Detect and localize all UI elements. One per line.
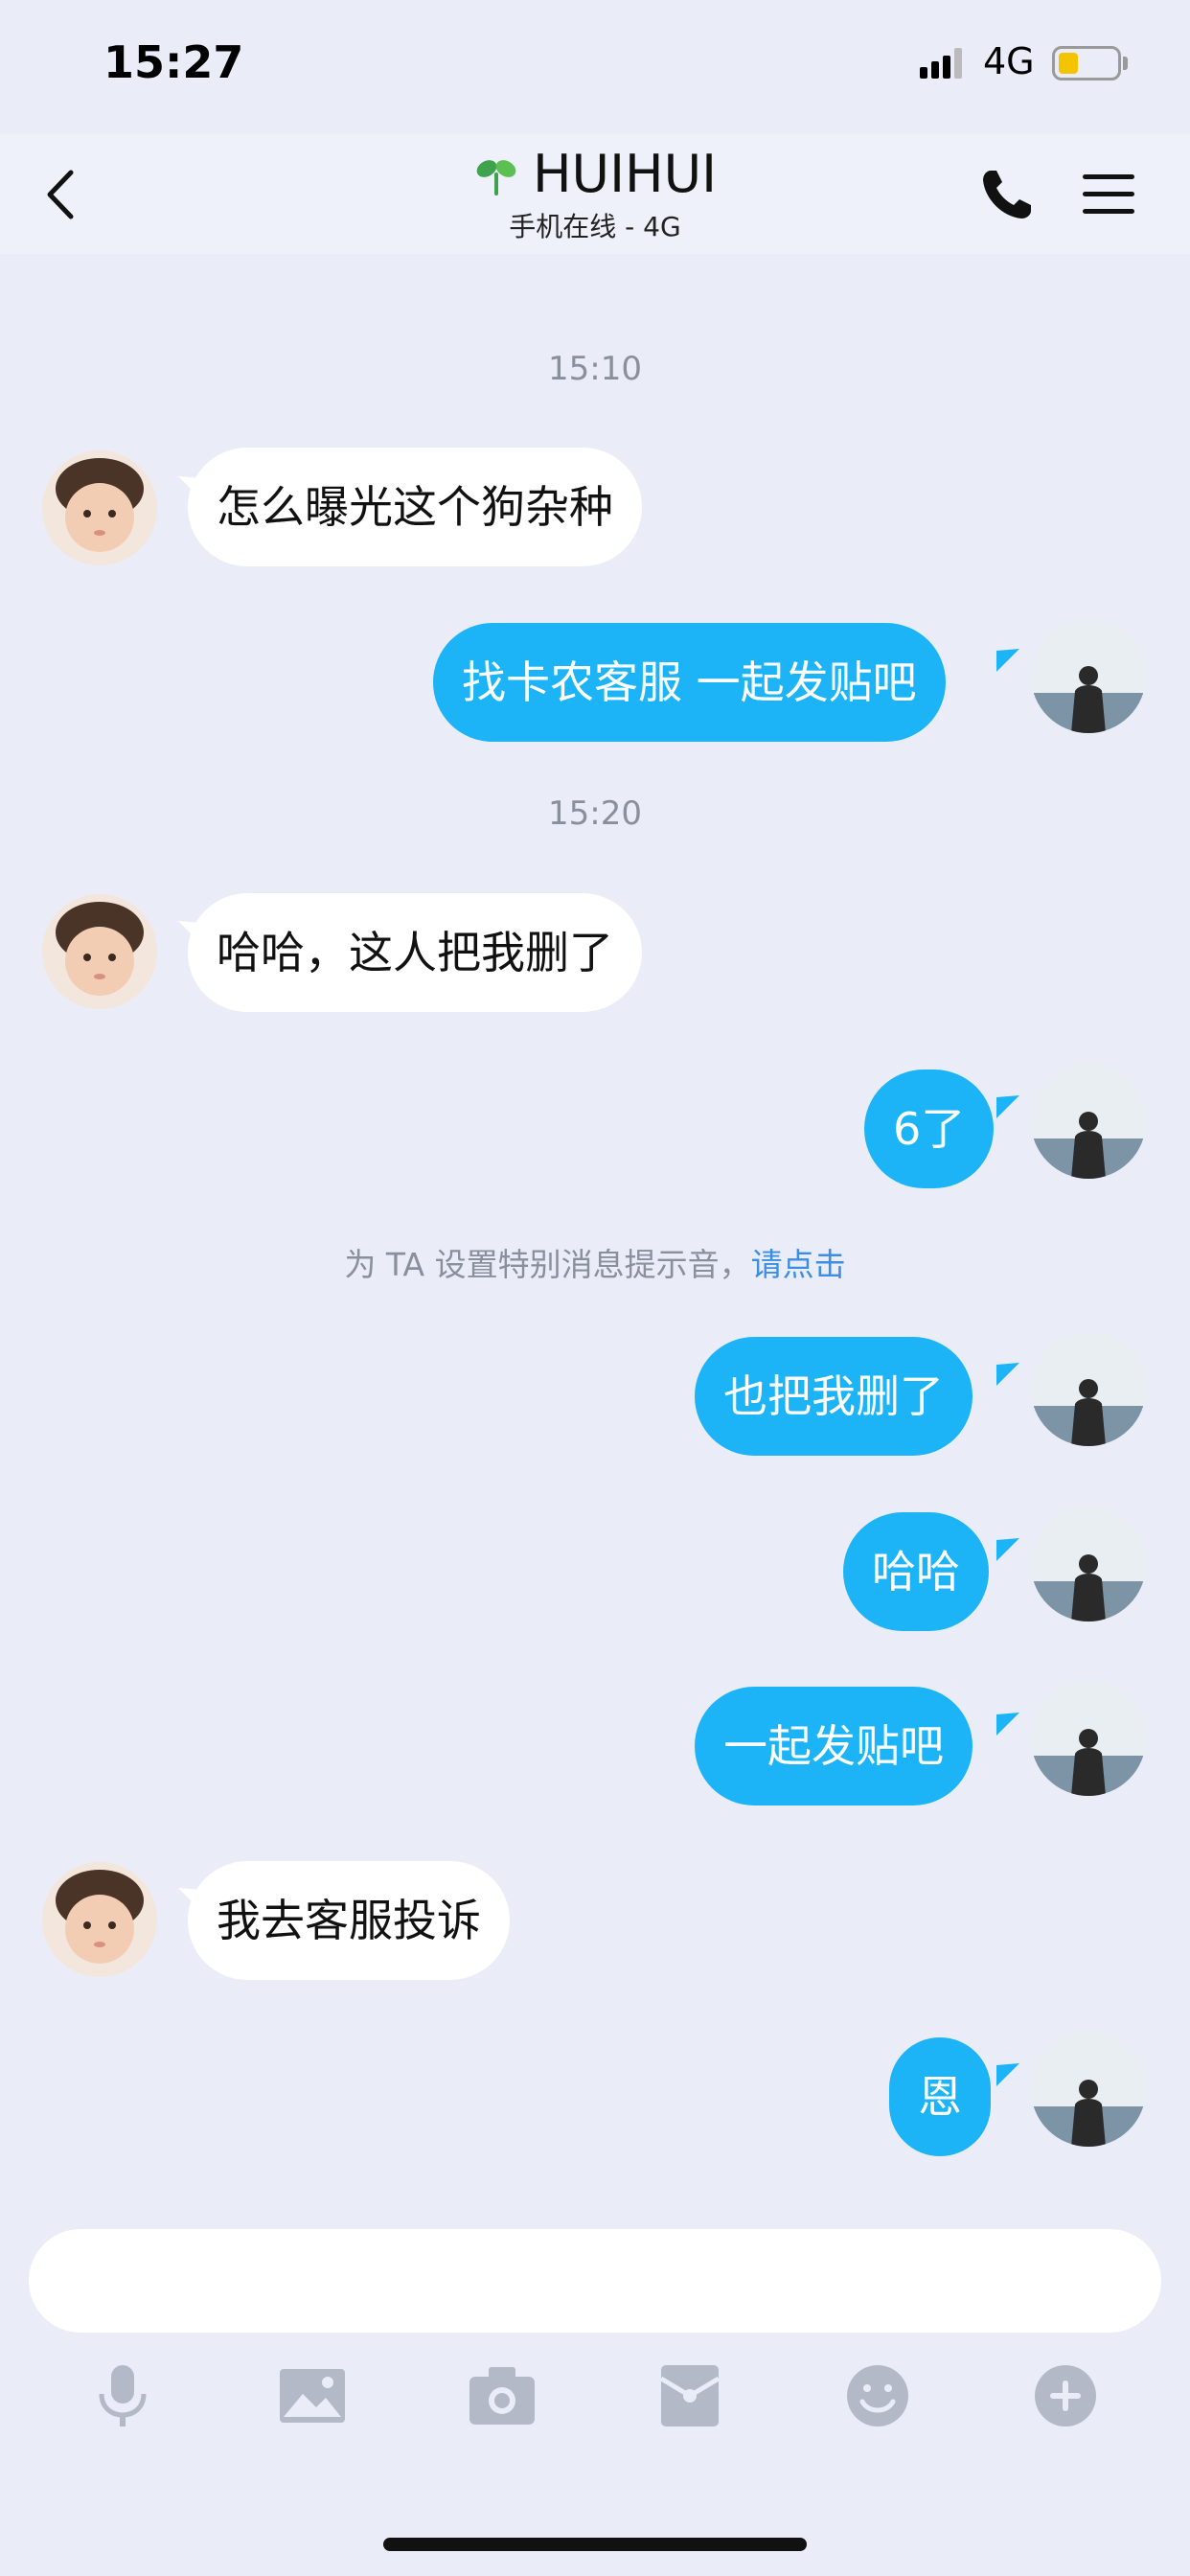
my-avatar[interactable] <box>1031 1681 1146 1796</box>
notice-text: 为 TA 设置特别消息提示音， <box>344 1246 751 1283</box>
message-bubble-incoming[interactable]: 我去客服投诉 <box>188 1861 510 1980</box>
status-bar: 15:27 4G <box>0 0 1190 134</box>
bubble-tail <box>996 1538 1019 1561</box>
phone-icon[interactable] <box>975 163 1039 226</box>
status-time: 15:27 <box>103 36 244 88</box>
bubble-tail <box>996 649 1019 672</box>
message-bubble-incoming[interactable]: 怎么曝光这个狗杂种 <box>188 448 642 566</box>
battery-icon <box>1052 46 1121 80</box>
my-avatar[interactable] <box>1031 618 1146 733</box>
red-packet-icon[interactable] <box>652 2358 728 2434</box>
battery-tip <box>1123 57 1128 70</box>
chat-area[interactable]: 15:10 怎么曝光这个狗杂种 找卡农客服 一起发贴吧 15:20 哈哈，这人把… <box>0 254 1190 2204</box>
message-bubble-incoming[interactable]: 哈哈，这人把我删了 <box>188 893 642 1012</box>
contact-avatar[interactable] <box>42 894 157 1009</box>
network-label: 4G <box>983 40 1035 82</box>
notice-link[interactable]: 请点击 <box>751 1246 846 1283</box>
message-bubble-outgoing[interactable]: 也把我删了 <box>695 1337 973 1456</box>
sprout-icon <box>476 159 516 196</box>
image-icon[interactable] <box>274 2358 351 2434</box>
chat-header: HUIHUI 手机在线 - 4G <box>0 134 1190 254</box>
bubble-tail <box>996 2063 1019 2086</box>
bubble-tail <box>996 1363 1019 1386</box>
menu-icon[interactable] <box>1077 163 1140 226</box>
contact-avatar[interactable] <box>42 450 157 565</box>
plus-icon[interactable] <box>1027 2358 1104 2434</box>
message-bubble-outgoing[interactable]: 6了 <box>864 1070 995 1188</box>
my-avatar[interactable] <box>1031 2032 1146 2147</box>
my-avatar[interactable] <box>1031 1331 1146 1446</box>
message-input[interactable] <box>29 2229 1161 2333</box>
signal-strength-icon <box>920 48 962 79</box>
message-bubble-outgoing[interactable]: 找卡农客服 一起发贴吧 <box>433 623 946 742</box>
input-toolbar <box>0 2358 1190 2453</box>
camera-icon[interactable] <box>464 2358 540 2434</box>
home-indicator[interactable] <box>383 2538 807 2551</box>
message-bubble-outgoing[interactable]: 恩 <box>889 2037 991 2156</box>
message-bubble-outgoing[interactable]: 一起发贴吧 <box>695 1687 973 1806</box>
my-avatar[interactable] <box>1031 1506 1146 1622</box>
message-bubble-outgoing[interactable]: 哈哈 <box>843 1512 989 1631</box>
timestamp: 15:20 <box>548 794 642 833</box>
ringtone-notice: 为 TA 设置特别消息提示音，请点击 <box>0 1239 1190 1285</box>
microphone-icon[interactable] <box>84 2358 161 2434</box>
my-avatar[interactable] <box>1031 1064 1146 1179</box>
bubble-tail <box>996 1095 1019 1118</box>
contact-name: HUIHUI <box>532 144 718 204</box>
emoji-icon[interactable] <box>839 2358 916 2434</box>
bubble-tail <box>996 1713 1019 1736</box>
timestamp: 15:10 <box>548 350 642 388</box>
contact-avatar[interactable] <box>42 1862 157 1977</box>
